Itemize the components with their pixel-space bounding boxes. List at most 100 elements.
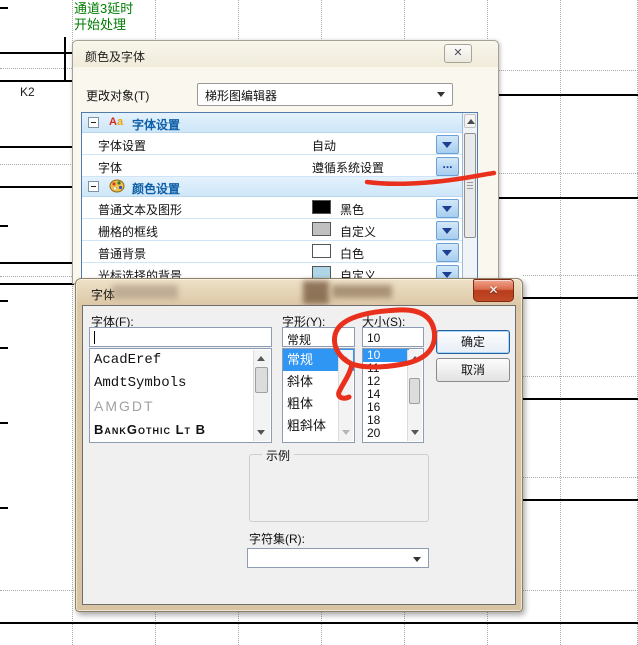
- chevron-down-icon: [413, 557, 421, 562]
- color-swatch[interactable]: [312, 200, 331, 214]
- grid-line: [0, 7, 8, 9]
- grid-line: [560, 0, 561, 645]
- grid-line: [0, 52, 72, 54]
- color-swatch[interactable]: [312, 222, 331, 236]
- grid-line: [0, 347, 8, 349]
- grid-line: [64, 37, 66, 81]
- change-object-select[interactable]: 梯形图编辑器: [197, 83, 453, 106]
- dropdown-button[interactable]: [436, 221, 459, 240]
- property-row[interactable]: 字体 遵循系统设置 ...: [82, 155, 477, 177]
- scrollbar-thumb[interactable]: [464, 133, 476, 238]
- screen: 通道3延时 开始处理 K2 颜色及字体 ✕ 更改对象(T) 梯形图编辑器 Aa …: [0, 0, 638, 645]
- property-grid: Aa 字体设置 字体设置 自动 字体 遵循系统设置 ...: [81, 112, 478, 282]
- style-list-scrollbar[interactable]: [338, 350, 353, 441]
- category-row-font-settings[interactable]: Aa 字体设置: [82, 113, 477, 133]
- property-label: 字体: [98, 159, 122, 176]
- chevron-down-icon: [442, 250, 452, 256]
- grid-line: [523, 376, 638, 377]
- close-button[interactable]: ✕: [473, 279, 514, 302]
- font-name-list[interactable]: AcadEref AmdtSymbols AMGDT BankGothic Lt…: [89, 348, 272, 443]
- color-property-row[interactable]: 普通背景 白色: [82, 241, 477, 263]
- grid-line: [0, 186, 73, 188]
- grid-line: [498, 70, 638, 71]
- property-label: 普通背景: [98, 245, 146, 262]
- grid-line: [498, 94, 638, 96]
- chevron-down-icon: [437, 92, 445, 97]
- redacted-blur: [112, 285, 178, 299]
- property-value: 黑色: [340, 201, 364, 218]
- font-dialog: 字体 ✕ 字体(F): AcadEref AmdtSymbols AMGDT B…: [75, 278, 523, 612]
- property-label: 字体设置: [98, 137, 146, 154]
- font-list-scrollbar[interactable]: [253, 350, 270, 441]
- font-list-item[interactable]: AMGDT: [90, 395, 271, 418]
- chevron-down-icon: [257, 430, 265, 435]
- property-label: 栅格的框线: [98, 223, 158, 240]
- palette-svg: [109, 179, 125, 193]
- font-list-item[interactable]: BankGothic Lt B: [90, 418, 271, 441]
- grid-line: [0, 68, 72, 69]
- font-size-list[interactable]: 10 11 12 14 16 18 20: [362, 348, 424, 443]
- palette-icon: [109, 179, 127, 194]
- grid-line: [0, 283, 74, 285]
- colors-fonts-dialog: 颜色及字体 ✕ 更改对象(T) 梯形图编辑器 Aa 字体设置 字体设置 自动 字…: [72, 40, 499, 284]
- font-style-input[interactable]: 常规: [282, 327, 355, 347]
- charset-label: 字符集(R):: [249, 530, 305, 547]
- property-row[interactable]: 字体设置 自动: [82, 133, 477, 155]
- font-dialog-client: 字体(F): AcadEref AmdtSymbols AMGDT BankGo…: [82, 305, 516, 605]
- ok-button[interactable]: 确定: [436, 330, 510, 354]
- font-size-input[interactable]: 10: [362, 327, 424, 347]
- scrollbar-up-button[interactable]: [464, 114, 476, 128]
- colors-fonts-titlebar[interactable]: 颜色及字体 ✕: [73, 41, 498, 67]
- chevron-up-icon: [257, 356, 265, 361]
- chevron-up-icon: [342, 356, 350, 361]
- ellipsis-button[interactable]: ...: [436, 157, 459, 176]
- scrollbar-thumb[interactable]: [409, 378, 420, 404]
- collapse-toggle[interactable]: [88, 181, 99, 192]
- font-size-value: 10: [367, 331, 380, 345]
- cancel-button[interactable]: 取消: [436, 358, 510, 382]
- font-name-input[interactable]: [89, 327, 272, 347]
- color-swatch[interactable]: [312, 244, 331, 258]
- grid-line: [0, 80, 72, 82]
- color-property-row[interactable]: 普通文本及图形 黑色: [82, 197, 477, 219]
- grid-line: [0, 225, 8, 227]
- grid-line: [523, 499, 638, 501]
- category-row-color-settings[interactable]: 颜色设置: [82, 177, 477, 197]
- grid-line: [0, 164, 73, 165]
- text-caret: [94, 331, 95, 344]
- grid-line: [0, 300, 8, 302]
- chevron-down-icon: [442, 206, 452, 212]
- rung-comment: 通道3延时 开始处理: [74, 1, 133, 33]
- rung-comment-line2: 开始处理: [74, 17, 133, 33]
- grid-line: [0, 262, 74, 264]
- grid-line: [523, 297, 638, 299]
- collapse-toggle[interactable]: [88, 117, 99, 128]
- change-object-label: 更改对象(T): [86, 87, 149, 104]
- font-style-list[interactable]: 常规 斜体 粗体 粗斜体: [282, 348, 355, 443]
- sample-groupbox: 示例: [249, 454, 429, 522]
- minus-icon: [91, 186, 96, 187]
- rung-comment-line1: 通道3延时: [74, 1, 133, 17]
- property-value: 自动: [312, 137, 336, 154]
- change-object-value: 梯形图编辑器: [205, 87, 277, 104]
- font-style-value: 常规: [287, 331, 311, 348]
- grid-line: [0, 622, 638, 624]
- scrollbar-thumb[interactable]: [255, 367, 268, 393]
- grid-line: [0, 507, 8, 509]
- font-list-item[interactable]: AmdtSymbols: [90, 372, 271, 395]
- close-button[interactable]: ✕: [444, 44, 472, 63]
- dropdown-button[interactable]: [436, 199, 459, 218]
- size-list-scrollbar[interactable]: [407, 350, 422, 441]
- dropdown-button[interactable]: [436, 243, 459, 262]
- font-list-item[interactable]: AcadEref: [90, 349, 271, 372]
- minus-icon: [91, 122, 96, 123]
- sample-label: 示例: [262, 447, 294, 464]
- grid-line: [0, 146, 73, 148]
- property-grid-scrollbar[interactable]: [462, 113, 477, 282]
- color-property-row[interactable]: 栅格的框线 自定义: [82, 219, 477, 241]
- dropdown-button[interactable]: [436, 135, 459, 154]
- property-label: 普通文本及图形: [98, 201, 182, 218]
- redacted-blur: [303, 281, 329, 304]
- grid-line: [523, 398, 638, 400]
- charset-select[interactable]: [247, 548, 429, 568]
